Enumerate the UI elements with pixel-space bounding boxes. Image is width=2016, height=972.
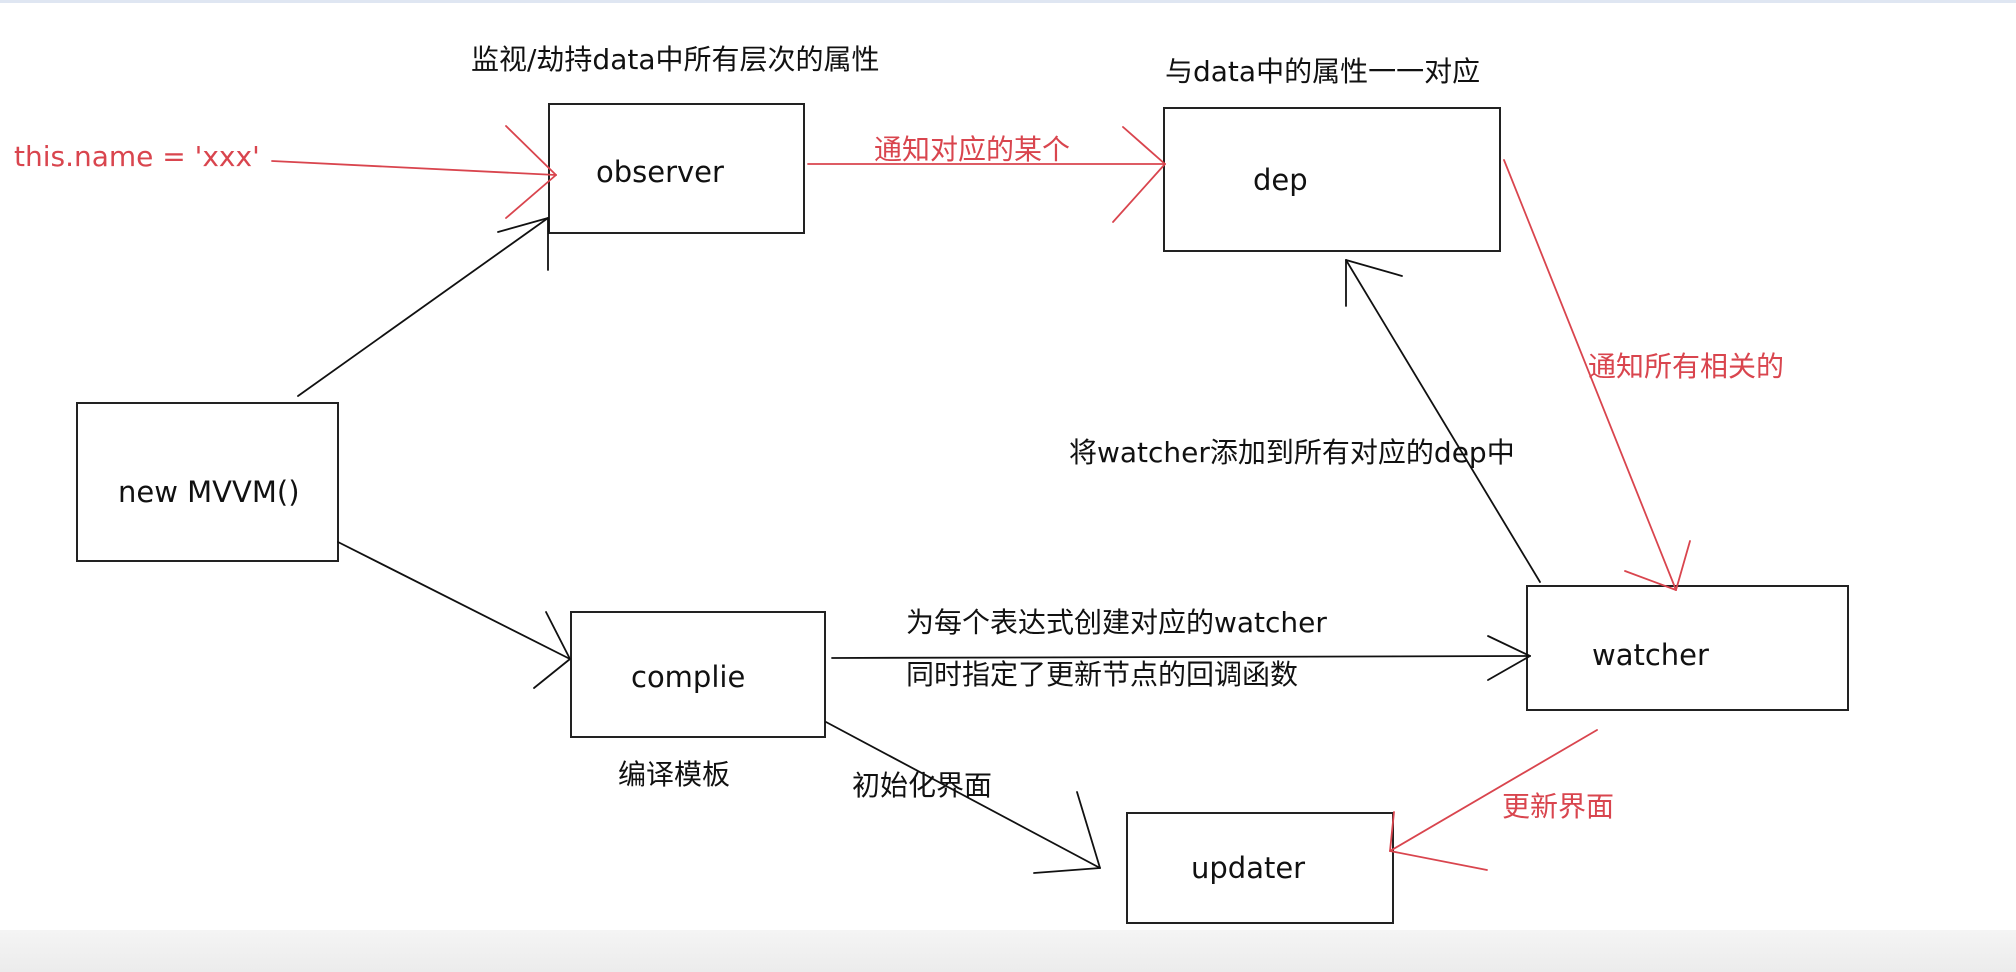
assignment-label: this.name = 'xxx' [14, 140, 260, 173]
add-watcher-label: 将watcher添加到所有对应的dep中 [1069, 436, 1515, 469]
observer-label: observer [596, 155, 724, 189]
diagram-canvas: observer dep new MVVM() complie watcher … [0, 0, 2016, 972]
update-view-label: 更新界面 [1502, 790, 1615, 823]
watcher-label: watcher [1592, 638, 1709, 672]
create-watcher-line2: 同时指定了更新节点的回调函数 [906, 658, 1299, 691]
mvvm-label: new MVVM() [118, 475, 300, 509]
create-watcher-line1: 为每个表达式创建对应的watcher [906, 606, 1327, 639]
dep-label: dep [1253, 163, 1308, 197]
observer-note: 监视/劫持data中所有层次的属性 [471, 43, 880, 76]
arrow-assign-to-observer [271, 125, 557, 219]
arrow-mvvm-to-compile [337, 541, 571, 689]
dep-note: 与data中的属性一一对应 [1165, 55, 1481, 88]
arrow-mvvm-to-observer [297, 217, 549, 397]
init-view-label: 初始化界面 [852, 769, 993, 802]
compile-note: 编译模板 [618, 758, 731, 791]
compile-label: complie [631, 660, 746, 694]
notify-all-label: 通知所有相关的 [1588, 350, 1785, 383]
arrow-watcher-to-dep [1345, 259, 1541, 583]
notify-one-label: 通知对应的某个 [874, 133, 1071, 166]
updater-label: updater [1191, 851, 1306, 885]
